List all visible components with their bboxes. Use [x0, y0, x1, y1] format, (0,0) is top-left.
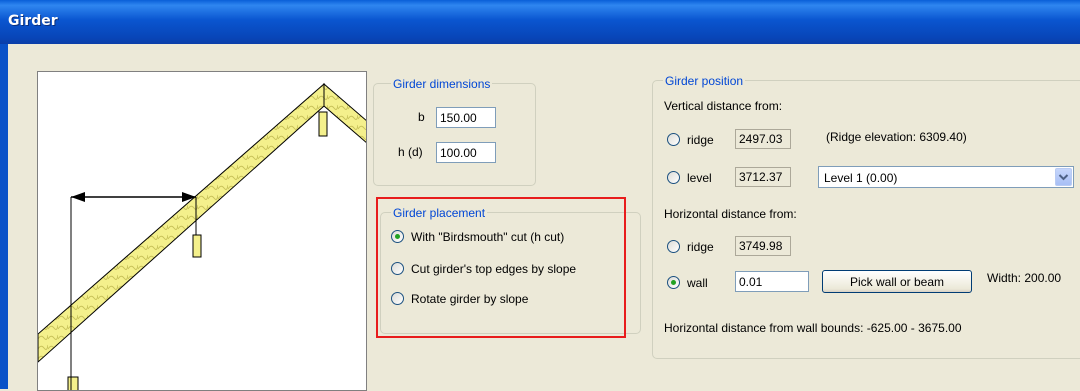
wall-label: wall [687, 276, 708, 290]
girder-dimensions-group [373, 83, 536, 186]
h-input[interactable] [436, 142, 496, 163]
ridge-elevation-text: (Ridge elevation: 6309.40) [826, 130, 967, 144]
h-label: h (d) [398, 145, 423, 159]
level-select[interactable]: Level 1 (0.00) [818, 166, 1074, 188]
level-distance-value: 3712.37 [735, 167, 791, 187]
b-input[interactable] [436, 107, 496, 128]
radio-horizontal-wall[interactable] [667, 276, 680, 289]
vertical-ridge-label: ridge [687, 133, 714, 147]
horizontal-ridge-value: 3749.98 [735, 236, 791, 256]
b-label: b [418, 110, 425, 124]
horizontal-distance-heading: Horizontal distance from: [664, 207, 797, 221]
bottom-girder [67, 376, 79, 390]
window-border [0, 44, 8, 389]
girder-position-legend: Girder position [663, 74, 746, 88]
window-title: Girder [8, 13, 58, 29]
roof-section-drawing [38, 82, 366, 390]
title-bar[interactable]: Girder [0, 0, 1080, 44]
slope-girder [192, 234, 202, 258]
right-rafter [323, 82, 366, 143]
girder-preview [37, 71, 367, 391]
ridge-distance-value: 2497.03 [735, 129, 791, 149]
pick-wall-or-beam-button[interactable]: Pick wall or beam [822, 270, 972, 293]
radio-horizontal-ridge[interactable] [667, 240, 680, 253]
level-select-value: Level 1 (0.00) [824, 171, 898, 185]
vertical-distance-heading: Vertical distance from: [664, 99, 783, 113]
horizontal-ridge-label: ridge [687, 240, 714, 254]
highlight-box [376, 197, 626, 338]
vertical-level-label: level [687, 171, 712, 185]
chevron-down-icon[interactable] [1055, 168, 1072, 186]
girder-dimensions-legend: Girder dimensions [391, 77, 493, 91]
radio-vertical-level[interactable] [667, 171, 680, 184]
wall-bounds-text: Horizontal distance from wall bounds: -6… [664, 321, 962, 335]
wall-distance-input[interactable] [735, 271, 809, 292]
left-rafter [38, 82, 325, 363]
radio-vertical-ridge[interactable] [667, 133, 680, 146]
ridge-girder [318, 111, 328, 137]
width-text: Width: 200.00 [987, 271, 1062, 285]
